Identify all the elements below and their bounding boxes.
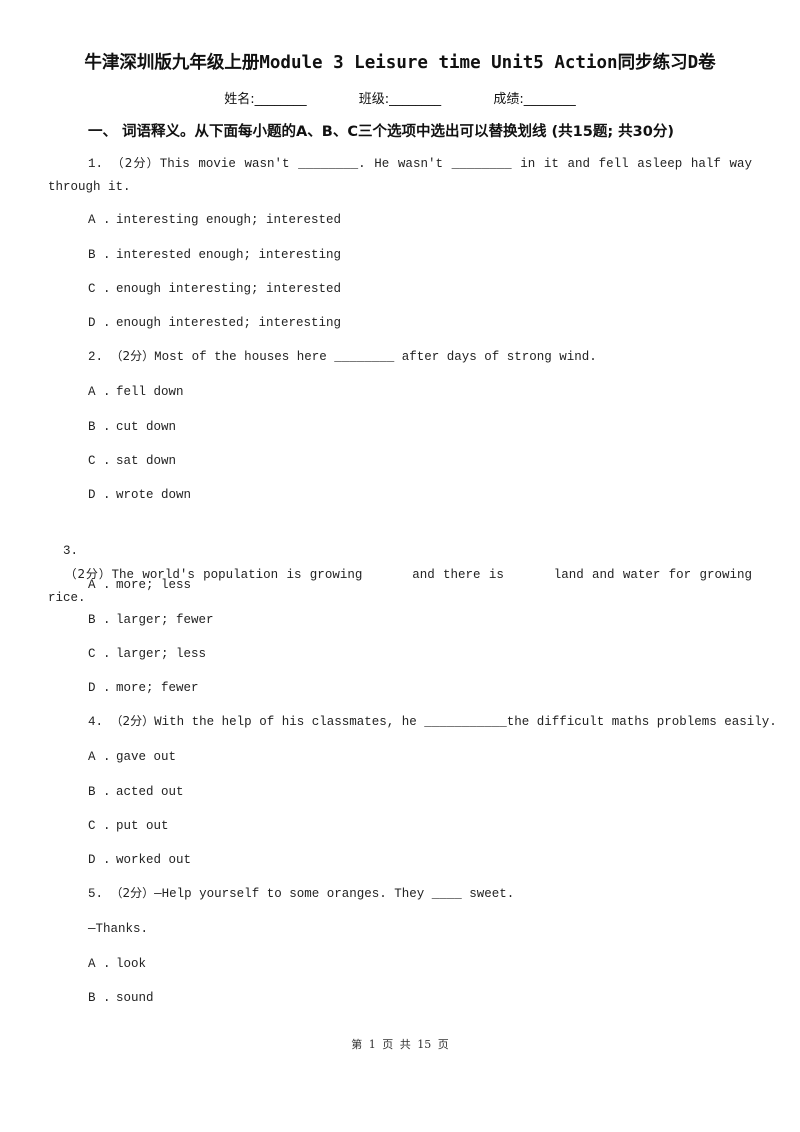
question-5: 5. （2分）—Help yourself to some oranges. T… xyxy=(48,882,752,906)
name-field: 姓名:________ xyxy=(224,92,307,107)
option-letter: C . xyxy=(88,819,111,833)
question-number: 3. xyxy=(63,544,79,558)
class-field: 班级:________ xyxy=(358,92,442,107)
option-4c: C . put out xyxy=(88,817,169,835)
option-letter: D . xyxy=(88,681,111,695)
question-score: （2分） xyxy=(110,349,155,363)
option-letter: A . xyxy=(88,385,111,399)
option-text: more; less xyxy=(116,578,192,592)
option-letter: A . xyxy=(88,750,111,764)
question-score: （2分） xyxy=(111,156,160,170)
option-letter: A . xyxy=(88,957,111,971)
question-number: 1. xyxy=(88,157,104,171)
option-text: more; fewer xyxy=(116,681,199,695)
option-4d: D . worked out xyxy=(88,851,191,869)
question-number: 5. xyxy=(88,887,104,901)
option-5b: B . sound xyxy=(88,989,154,1007)
option-1d: D . enough interested; interesting xyxy=(88,314,341,332)
option-text: fell down xyxy=(116,385,184,399)
option-2c: C . sat down xyxy=(88,452,176,470)
option-3a: A . more; less xyxy=(88,576,191,594)
option-letter: D . xyxy=(88,316,111,330)
option-letter: D . xyxy=(88,488,111,502)
question-5-reply: —Thanks. xyxy=(88,922,149,936)
option-letter: B . xyxy=(88,613,111,627)
question-text: Most of the houses here ________ after d… xyxy=(154,350,597,364)
option-4a: A . gave out xyxy=(88,748,176,766)
option-letter: C . xyxy=(88,647,111,661)
option-3d: D . more; fewer xyxy=(88,679,199,697)
question-1: 1. （2分）This movie wasn't ________. He wa… xyxy=(48,152,752,199)
option-text: acted out xyxy=(116,785,184,799)
section-header: 一、 词语释义。从下面每小题的A、B、C三个选项中选出可以替换划线 (共15题;… xyxy=(88,124,674,140)
option-text: enough interesting; interested xyxy=(116,282,342,296)
option-text: worked out xyxy=(116,853,192,867)
option-text: cut down xyxy=(116,420,177,434)
page-number: 第 1 页 共 15 页 xyxy=(351,1038,449,1051)
question-4: 4. （2分）With the help of his classmates, … xyxy=(48,710,777,734)
option-text: wrote down xyxy=(116,488,192,502)
option-text: interested enough; interesting xyxy=(116,248,342,262)
question-2: 2. （2分）Most of the houses here ________ … xyxy=(48,345,752,369)
option-text: look xyxy=(116,957,147,971)
option-4b: B . acted out xyxy=(88,783,184,801)
option-2a: A . fell down xyxy=(88,383,184,401)
option-letter: A . xyxy=(88,213,111,227)
option-1b: B . interested enough; interesting xyxy=(88,246,341,264)
option-3c: C . larger; less xyxy=(88,645,206,663)
option-text: put out xyxy=(116,819,169,833)
student-info-row: 姓名:________ 班级:________ 成绩:________ xyxy=(0,88,800,107)
option-text: larger; fewer xyxy=(116,613,214,627)
option-letter: B . xyxy=(88,991,111,1005)
option-2b: B . cut down xyxy=(88,418,176,436)
option-text: enough interested; interesting xyxy=(116,316,342,330)
option-5a: A . look xyxy=(88,955,146,973)
question-number: 4. xyxy=(88,715,104,729)
option-letter: B . xyxy=(88,420,111,434)
question-number: 2. xyxy=(88,350,104,364)
question-text: With the help of his classmates, he ____… xyxy=(154,715,777,729)
option-letter: B . xyxy=(88,785,111,799)
document-title: 牛津深圳版九年级上册Module 3 Leisure time Unit5 Ac… xyxy=(84,53,716,73)
question-text: —Help yourself to some oranges. They ___… xyxy=(154,887,515,901)
question-score: （2分） xyxy=(110,886,155,900)
option-letter: D . xyxy=(88,853,111,867)
option-letter: C . xyxy=(88,454,111,468)
option-letter: B . xyxy=(88,248,111,262)
option-letter: C . xyxy=(88,282,111,296)
option-3b: B . larger; fewer xyxy=(88,611,214,629)
option-1a: A . interesting enough; interested xyxy=(88,211,341,229)
score-field: 成绩:________ xyxy=(493,92,576,107)
question-3: 3. （2分）The world's population is growing… xyxy=(48,517,752,610)
option-text: sat down xyxy=(116,454,177,468)
option-text: gave out xyxy=(116,750,177,764)
option-text: larger; less xyxy=(116,647,207,661)
option-text: sound xyxy=(116,991,154,1005)
option-1c: C . enough interesting; interested xyxy=(88,280,341,298)
question-score: （2分） xyxy=(110,714,155,728)
option-2d: D . wrote down xyxy=(88,486,191,504)
option-text: interesting enough; interested xyxy=(116,213,342,227)
option-letter: A . xyxy=(88,578,111,592)
